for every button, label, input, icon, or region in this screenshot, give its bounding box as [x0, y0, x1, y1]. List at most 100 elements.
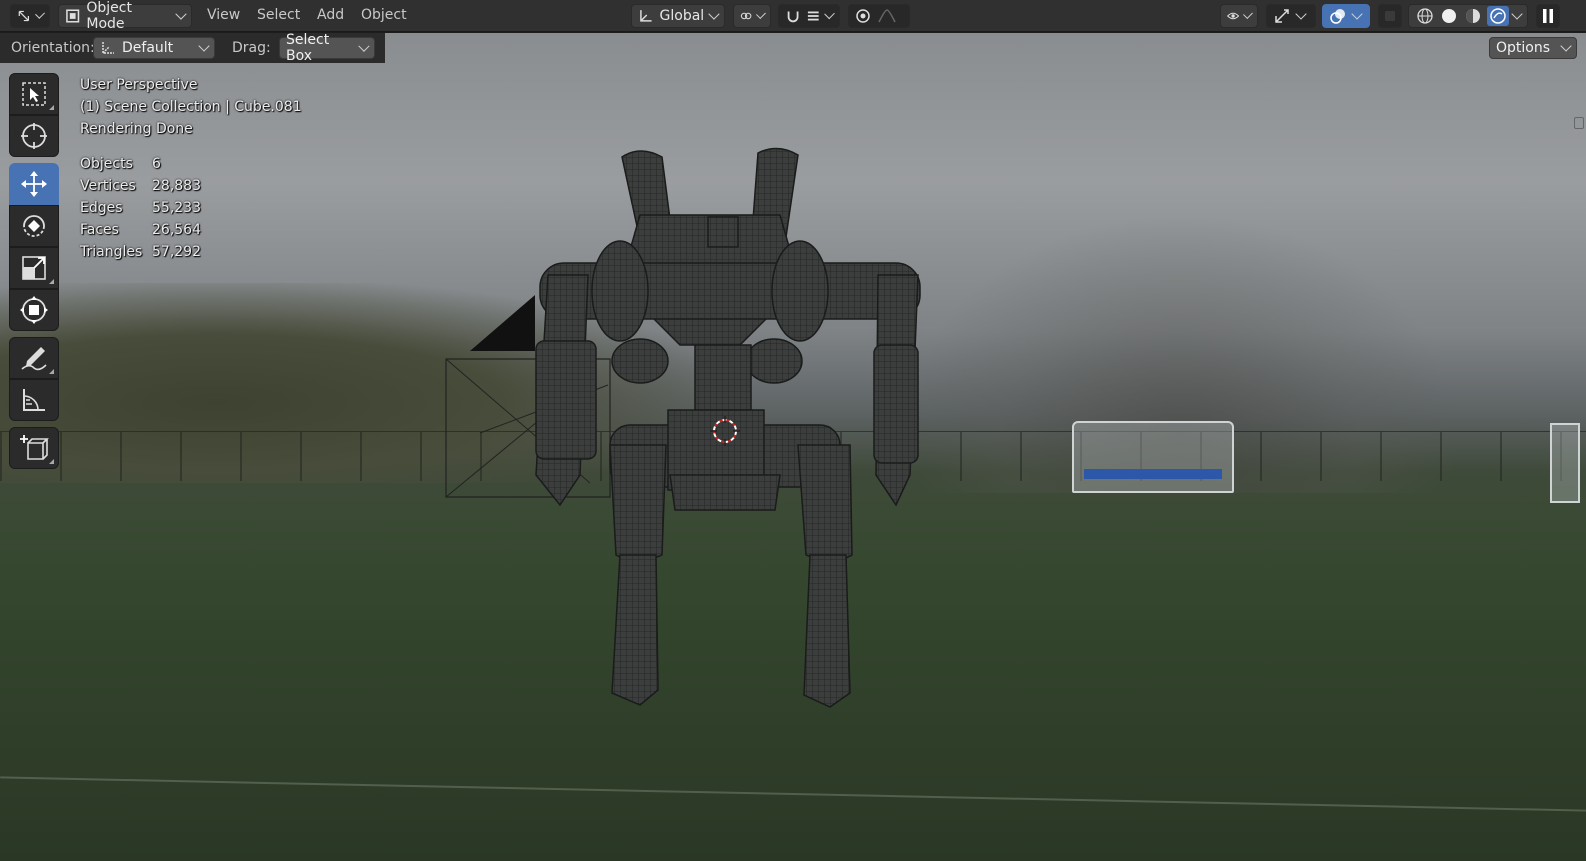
tool-add-cube[interactable]: [9, 427, 59, 469]
options-button[interactable]: Options: [1489, 37, 1577, 59]
submenu-corner: [49, 279, 54, 284]
orientation-axes-icon: [640, 10, 652, 22]
stat-label: Vertices: [80, 178, 136, 194]
chevron-down-icon: [1351, 8, 1363, 20]
xray-icon: [1385, 11, 1395, 21]
cursor-icon: [21, 123, 47, 149]
menu-object[interactable]: Object: [361, 7, 407, 23]
menu-select[interactable]: Select: [257, 7, 300, 23]
drag-label: Drag:: [232, 40, 271, 56]
editor-type-button[interactable]: [10, 4, 50, 28]
tool-rotate[interactable]: [9, 205, 59, 247]
chevron-down-icon: [175, 8, 187, 20]
material-preview-icon[interactable]: [1463, 7, 1483, 25]
chevron-down-icon: [34, 8, 45, 20]
xray-toggle[interactable]: [1378, 4, 1402, 28]
stat-value: 26,564: [152, 222, 201, 238]
view-perspective-label: User Perspective: [80, 77, 198, 93]
rendered-shading-button[interactable]: [1487, 6, 1509, 26]
robot-mesh[interactable]: [440, 145, 940, 715]
overlays-icon: [1330, 9, 1345, 24]
stat-value: 57,292: [152, 244, 201, 260]
snapping-button[interactable]: [778, 4, 840, 28]
submenu-corner: [49, 459, 54, 464]
chevron-down-icon: [198, 40, 210, 52]
mode-selector-label: Object Mode: [86, 0, 132, 32]
scene-statistics: Objects 6 Vertices 28,883 Edges 55,233 F…: [80, 153, 302, 263]
tool-annotate[interactable]: [9, 337, 59, 379]
magnet-icon: [787, 11, 799, 23]
orientation-value: Default: [122, 40, 174, 56]
falloff-curve-icon: [878, 9, 896, 23]
shading-modes: [1408, 4, 1528, 28]
menu-add[interactable]: Add: [317, 7, 344, 23]
drag-value: Select Box: [286, 32, 330, 64]
pivot-point-button[interactable]: [733, 4, 771, 28]
chevron-down-icon: [823, 8, 835, 20]
proportional-edit-icon: [856, 9, 870, 23]
visibility-selector[interactable]: [1220, 4, 1258, 28]
render-status-label: Rendering Done: [80, 121, 193, 137]
tool-select-box[interactable]: [9, 73, 59, 115]
options-label: Options: [1496, 40, 1551, 56]
tool-settings-bar: Orientation: Default Drag: Select Box: [0, 32, 385, 64]
stat-value: 28,883: [152, 178, 201, 194]
background-dugout: [1072, 421, 1234, 493]
tool-transform[interactable]: [9, 289, 59, 331]
stat-value: 6: [152, 156, 161, 172]
transform-orientation-label: Global: [659, 8, 705, 24]
transform-orientation-selector[interactable]: Global: [631, 4, 725, 28]
measure-icon: [23, 389, 45, 411]
3d-cursor[interactable]: [710, 416, 740, 446]
add-cube-icon: [20, 435, 49, 460]
proportional-editing-button[interactable]: [848, 4, 910, 28]
viewport-info-overlay: User Perspective (1) Scene Collection | …: [80, 74, 302, 263]
snap-increment-icon: [808, 11, 819, 21]
stat-label: Triangles: [80, 244, 143, 260]
rotate-icon: [23, 215, 45, 237]
wireframe-shading-icon[interactable]: [1415, 7, 1435, 25]
annotate-icon: [21, 347, 47, 371]
tool-move[interactable]: [9, 163, 59, 205]
tool-cursor[interactable]: [9, 115, 59, 157]
select-box-icon: [22, 82, 46, 106]
viewport-header: Object Mode View Select Add Object Globa…: [0, 0, 1586, 32]
stat-value: 55,233: [152, 200, 201, 216]
pivot-link-icon: [740, 12, 752, 20]
tool-shelf: [9, 73, 59, 469]
solid-shading-icon[interactable]: [1439, 7, 1459, 25]
tool-measure[interactable]: [9, 379, 59, 421]
chevron-down-icon: [708, 8, 720, 20]
mode-selector[interactable]: Object Mode: [58, 0, 192, 32]
chevron-down-icon: [1295, 8, 1307, 20]
transform-icon: [20, 296, 48, 324]
viewport-region-toggle[interactable]: [1574, 117, 1584, 129]
chevron-down-icon: [756, 9, 766, 19]
move-icon: [21, 171, 47, 197]
overlays-toggle[interactable]: [1322, 4, 1370, 28]
eye-icon: [1227, 12, 1240, 20]
pause-icon: [1543, 9, 1553, 23]
menu-view[interactable]: View: [207, 7, 240, 23]
drag-selector[interactable]: Select Box: [279, 32, 375, 64]
rendered-shading-icon: [1490, 8, 1506, 24]
tool-scale[interactable]: [9, 247, 59, 289]
stat-label: Faces: [80, 222, 119, 238]
gizmo-toggle[interactable]: [1266, 4, 1316, 28]
orientation-selector[interactable]: Default: [93, 37, 215, 59]
gizmo-icon: [1275, 9, 1289, 23]
stat-label: Edges: [80, 200, 123, 216]
orientation-label: Orientation:: [11, 40, 95, 56]
active-object-label: (1) Scene Collection | Cube.081: [80, 99, 302, 115]
editor-type-icon: [18, 10, 30, 22]
field-line: [0, 776, 1586, 812]
pause-render-button[interactable]: [1536, 4, 1560, 28]
orientation-axes-icon: [102, 42, 114, 54]
background-dugout-right: [1550, 423, 1580, 503]
stat-label: Objects: [80, 156, 133, 172]
chevron-down-icon: [1243, 9, 1253, 19]
scale-icon: [22, 256, 46, 280]
chevron-down-icon: [358, 40, 370, 52]
chevron-down-icon: [1560, 40, 1572, 52]
submenu-corner: [49, 369, 54, 374]
